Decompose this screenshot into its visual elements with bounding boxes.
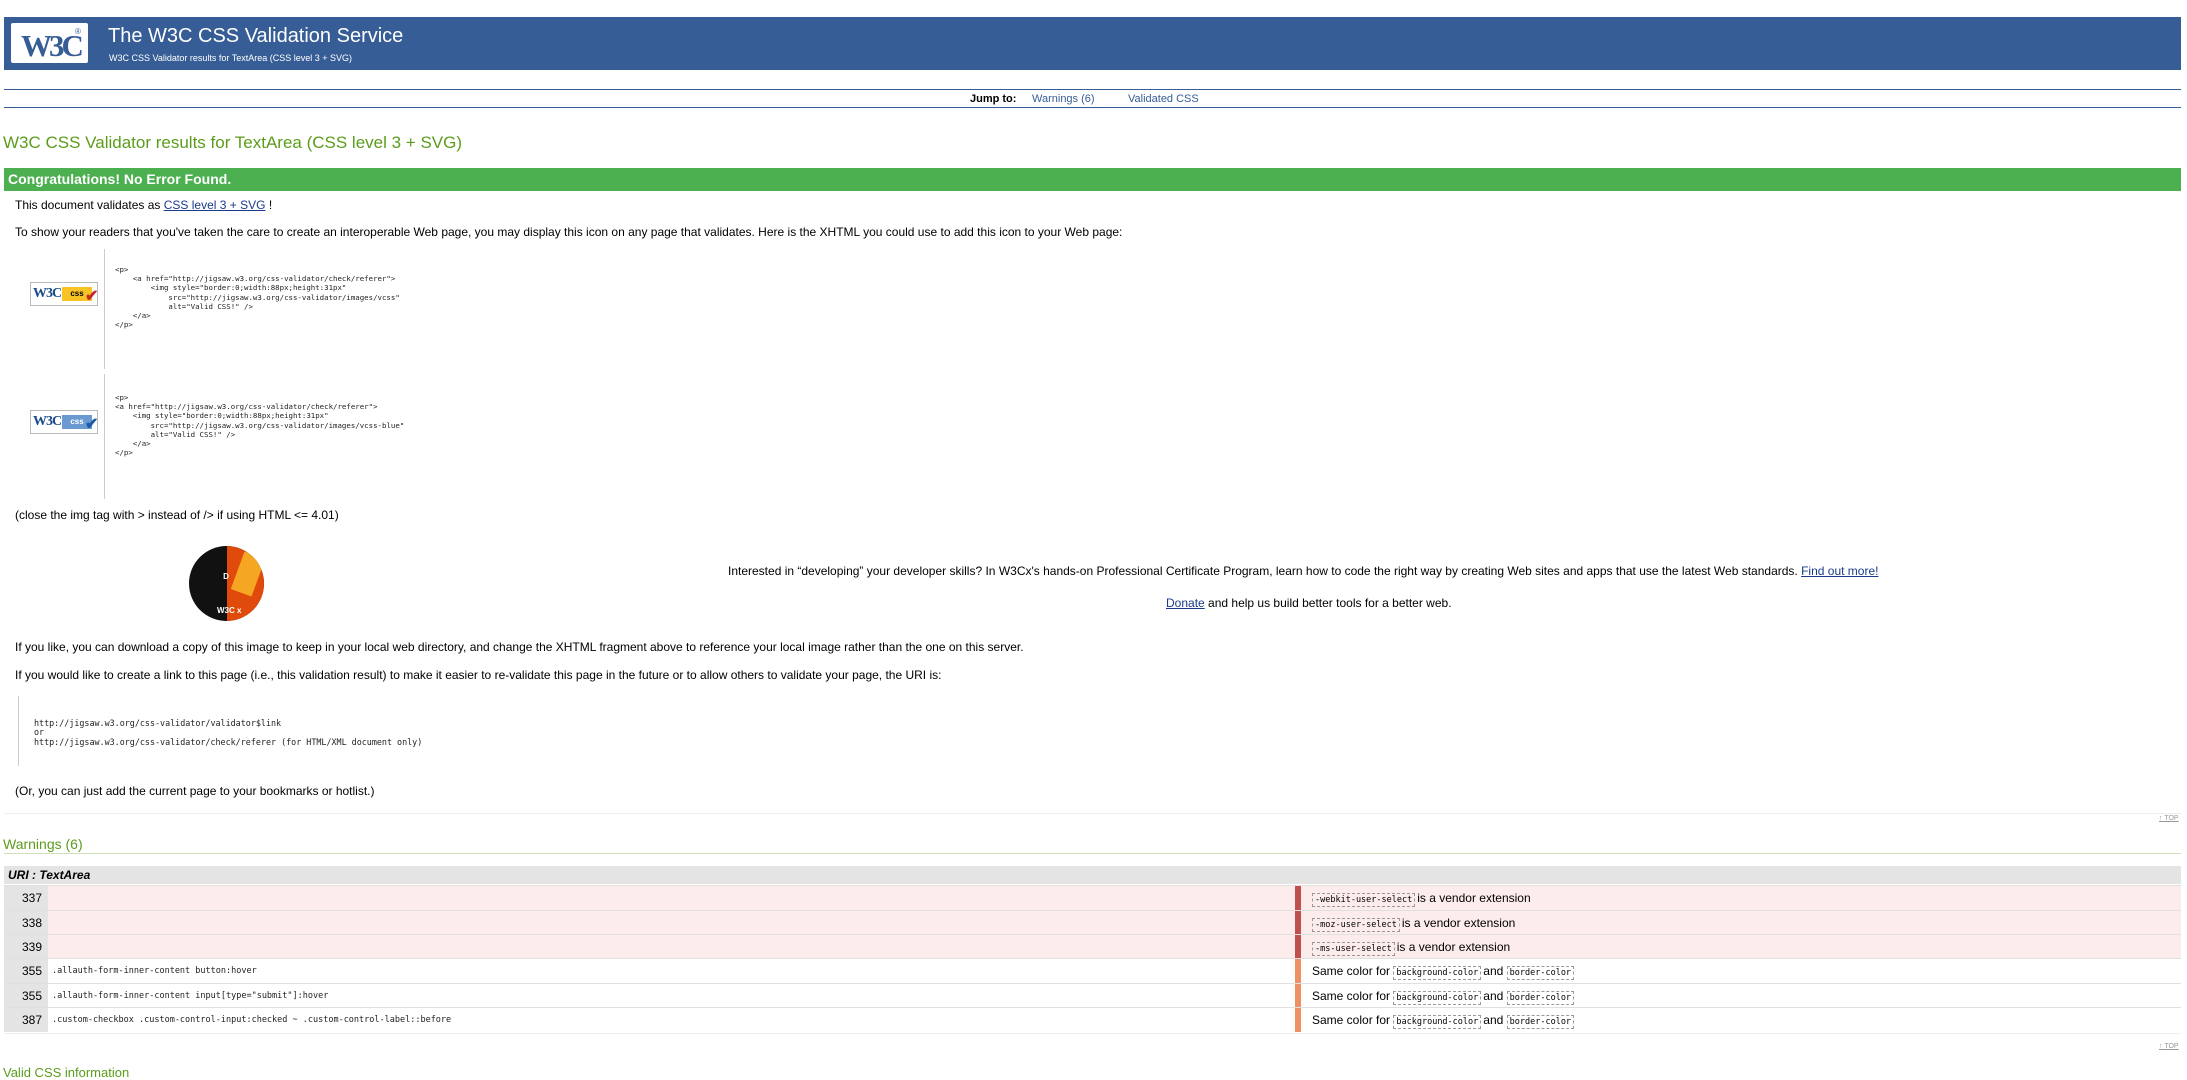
warning-row: 339 -ms-user-select is a vendor extension xyxy=(4,934,2181,959)
w3c-logo-text: W3C xyxy=(21,28,84,63)
checkmark-icon: ✔ xyxy=(85,416,99,433)
valid-css-title: Valid CSS information xyxy=(3,1065,130,1080)
warnings-underline xyxy=(4,853,2181,854)
warning-severity-stripe xyxy=(1295,984,1301,1008)
checkmark-icon: ✔ xyxy=(85,288,99,305)
css-level-link[interactable]: CSS level 3 + SVG xyxy=(164,198,266,212)
message-text: is a vendor extension xyxy=(1401,916,1516,930)
promo-paragraph: Interested in “developing” your develope… xyxy=(728,564,1878,578)
selector: .allauth-form-inner-content input[type="… xyxy=(52,991,329,1001)
emblem-brand: W3C x xyxy=(217,606,242,615)
warning-severity-stripe xyxy=(1295,935,1301,959)
message-text: and xyxy=(1483,1013,1504,1027)
property-code: -moz-user-select xyxy=(1312,918,1400,932)
message-text: and xyxy=(1483,989,1504,1003)
message-prefix: Same color for xyxy=(1312,964,1391,978)
emblem-letter: D xyxy=(223,572,230,581)
warning-message: Same color for background-color and borde… xyxy=(1312,964,1576,980)
section-divider-2 xyxy=(4,1033,2181,1034)
show-icon-paragraph: To show your readers that you've taken t… xyxy=(15,225,1123,239)
nav-bottom-rule xyxy=(4,107,2181,108)
badge-code-snippet-2: <p> <a href="http://jigsaw.w3.org/css-va… xyxy=(104,374,535,499)
message-text: is a vendor extension xyxy=(1417,891,1531,905)
valid-css-blue-badge[interactable]: W3C css ✔ xyxy=(30,410,98,434)
badge-code-snippet-1: <p> <a href="http://jigsaw.w3.org/css-va… xyxy=(104,249,535,369)
line-number: 338 xyxy=(4,911,48,935)
section-divider xyxy=(4,813,2181,814)
message-prefix: Same color for xyxy=(1312,989,1391,1003)
validator-uri[interactable]: http://jigsaw.w3.org/css-validator/valid… xyxy=(34,718,281,728)
validates-suffix: ! xyxy=(268,198,273,212)
property-code: -ms-user-select xyxy=(1312,942,1395,956)
property-code: -webkit-user-select xyxy=(1312,893,1416,907)
message-prefix: Same color for xyxy=(1312,1013,1391,1027)
top-link-2[interactable]: ↑ TOP xyxy=(2159,1043,2179,1050)
promo-text: Interested in “developing” your develope… xyxy=(728,564,1798,578)
congratulations-text: Congratulations! No Error Found. xyxy=(8,171,232,187)
registered-mark-icon: ® xyxy=(75,27,81,36)
warning-message: -ms-user-select is a vendor extension xyxy=(1312,940,1511,956)
find-out-more-link[interactable]: Find out more! xyxy=(1801,564,1878,578)
jump-to-label: Jump to: xyxy=(970,93,1017,105)
jump-validated-css-link[interactable]: Validated CSS xyxy=(1128,93,1199,105)
download-paragraph: If you like, you can download a copy of … xyxy=(15,640,1024,654)
property-code: border-color xyxy=(1506,1015,1575,1029)
warning-message: Same color for background-color and borde… xyxy=(1312,989,1576,1005)
banner-subtitle: W3C CSS Validator results for TextArea (… xyxy=(109,53,353,63)
warning-severity-stripe xyxy=(1295,959,1301,983)
warnings-uri-row: URI : TextArea xyxy=(4,866,2181,884)
validates-prefix: This document validates as xyxy=(15,198,161,212)
property-code: border-color xyxy=(1506,966,1575,980)
uri-label: URI : TextArea xyxy=(8,868,91,882)
warning-message: -webkit-user-select is a vendor extension xyxy=(1312,891,1531,907)
line-number: 387 xyxy=(4,1008,48,1032)
warning-row: 338 -moz-user-select is a vendor extension xyxy=(4,910,2181,935)
line-number: 355 xyxy=(4,959,48,983)
line-number: 355 xyxy=(4,984,48,1008)
warning-message: -moz-user-select is a vendor extension xyxy=(1312,916,1516,932)
message-text: and xyxy=(1483,964,1504,978)
donate-link[interactable]: Donate xyxy=(1166,596,1205,610)
developer-emblem[interactable]: D W3C x xyxy=(189,546,264,621)
donate-paragraph: Donate and help us build better tools fo… xyxy=(1166,596,1452,610)
message-text: is a vendor extension xyxy=(1396,940,1511,954)
warning-row: 355 .allauth-form-inner-content button:ho… xyxy=(4,958,2181,983)
warning-row: 337 -webkit-user-select is a vendor extens… xyxy=(4,885,2181,910)
banner-title: The W3C CSS Validation Service xyxy=(108,25,404,47)
referer-uri[interactable]: http://jigsaw.w3.org/css-validator/check… xyxy=(34,737,422,747)
bookmark-paragraph: (Or, you can just add the current page t… xyxy=(15,784,375,798)
valid-css-gold-badge[interactable]: W3C css ✔ xyxy=(30,282,98,306)
w3c-logo[interactable]: W3C ® xyxy=(11,23,88,63)
property-code: background-color xyxy=(1393,991,1482,1005)
top-link-1[interactable]: ↑ TOP xyxy=(2159,815,2179,822)
jump-warnings-link[interactable]: Warnings (6) xyxy=(1032,93,1095,105)
selector: .custom-checkbox .custom-control-input:c… xyxy=(52,1015,452,1025)
warning-severity-stripe xyxy=(1295,911,1301,935)
warning-message: Same color for background-color and borde… xyxy=(1312,1013,1576,1029)
congratulations-banner: Congratulations! No Error Found. xyxy=(4,168,2181,191)
banner: W3C ® The W3C CSS Validation Service W3C… xyxy=(4,17,2181,70)
warning-row: 387 .custom-checkbox .custom-control-inpu… xyxy=(4,1007,2181,1032)
property-code: border-color xyxy=(1506,991,1575,1005)
warning-row: 355 .allauth-form-inner-content input[typ… xyxy=(4,983,2181,1008)
property-code: background-color xyxy=(1393,966,1482,980)
warning-severity-stripe xyxy=(1295,886,1301,910)
validates-paragraph: This document validates as CSS level 3 +… xyxy=(15,198,272,212)
uri-code-box: http://jigsaw.w3.org/css-validator/valid… xyxy=(18,696,459,766)
warnings-title: Warnings (6) xyxy=(3,836,83,852)
close-tag-note: (close the img tag with > instead of /> … xyxy=(15,508,339,522)
selector: .allauth-form-inner-content button:hover xyxy=(52,966,257,976)
property-code: background-color xyxy=(1393,1015,1482,1029)
nav-top-rule xyxy=(4,89,2181,90)
uri-or: or xyxy=(34,727,45,737)
badge-w3c-text: W3C xyxy=(33,286,62,301)
line-number: 337 xyxy=(4,886,48,910)
line-number: 339 xyxy=(4,935,48,959)
badge-w3c-text: W3C xyxy=(33,414,62,429)
results-title: W3C CSS Validator results for TextArea (… xyxy=(3,133,463,152)
warning-severity-stripe xyxy=(1295,1008,1301,1032)
donate-text: and help us build better tools for a bet… xyxy=(1208,596,1452,610)
link-paragraph: If you would like to create a link to th… xyxy=(15,668,942,682)
